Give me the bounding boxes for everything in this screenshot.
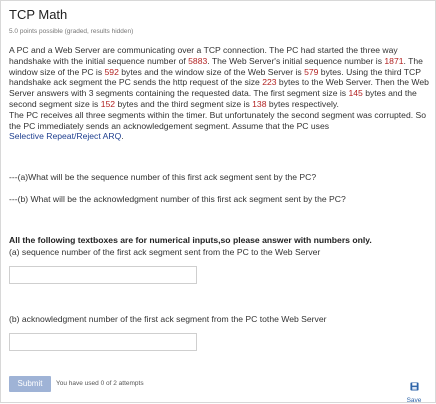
server-isn-value: 1871 <box>384 55 404 66</box>
answer-a-input[interactable] <box>9 266 197 284</box>
answer-b-input[interactable] <box>9 333 197 351</box>
answer-instruction: All the following textboxes are for nume… <box>9 235 372 245</box>
answer-b-label: (b) acknowledgment number of the first a… <box>9 314 327 324</box>
problem-title: TCP Math <box>9 7 68 22</box>
floppy-disk-icon <box>409 382 419 391</box>
answer-a-label: (a) sequence number of the first ack seg… <box>9 247 321 257</box>
problem-text: The PC receives all three segments withi… <box>9 109 427 131</box>
problem-text: . The Web Server's initial sequence numb… <box>207 55 385 66</box>
pc-window-value: 592 <box>104 66 119 77</box>
segment1-size-value: 145 <box>348 88 363 99</box>
problem-text: bytes respectively. <box>266 98 339 109</box>
server-window-value: 579 <box>304 66 319 77</box>
question-b-text: ---(b) What will be the acknowledgment n… <box>9 194 346 204</box>
problem-statement: A PC and a Web Server are communicating … <box>9 45 429 142</box>
points-info: 5.0 points possible (graded, results hid… <box>9 28 134 35</box>
problem-text: . <box>121 131 124 142</box>
arq-link[interactable]: Selective Repeat/Reject ARQ <box>9 131 121 141</box>
pc-isn-value: 5883 <box>188 55 208 66</box>
question-a-text: ---(a)What will be the sequence number o… <box>9 172 317 182</box>
segment2-size-value: 152 <box>100 98 116 109</box>
problem-text: bytes and the window size of the Web Ser… <box>118 66 305 77</box>
segment3-size-value: 138 <box>252 98 267 109</box>
save-button[interactable]: Save <box>406 378 422 404</box>
problem-text: bytes and the third segment size is <box>115 98 253 109</box>
submit-button[interactable]: Submit <box>9 376 51 392</box>
attempts-info: You have used 0 of 2 attempts <box>56 380 144 387</box>
request-size-value: 223 <box>262 77 277 88</box>
